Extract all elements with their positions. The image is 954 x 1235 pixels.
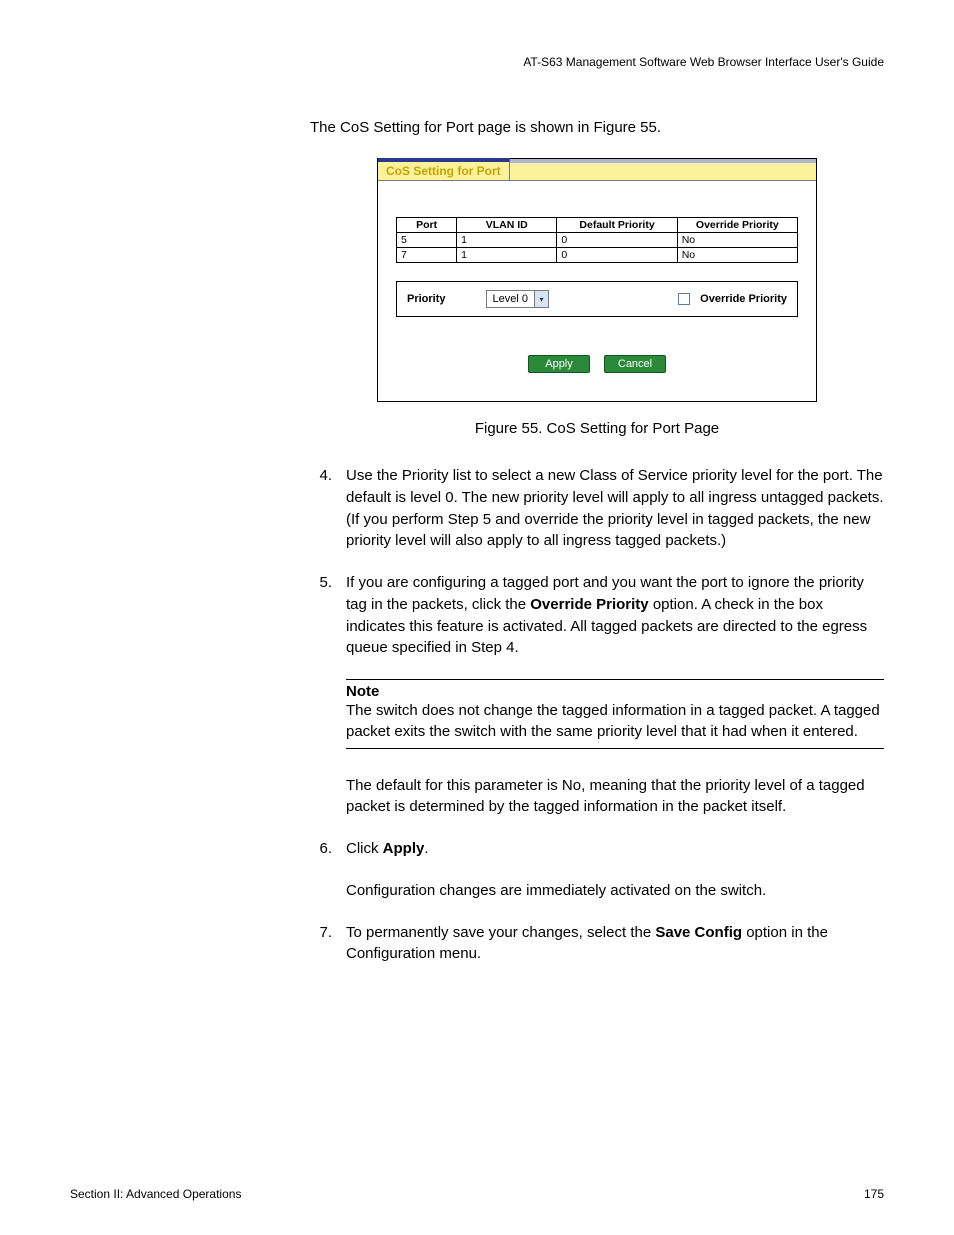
text: To permanently save your changes, select… [346,924,655,941]
figure-caption: Figure 55. CoS Setting for Port Page [310,420,884,437]
step-body: Click Apply. [346,838,884,860]
apply-button[interactable]: Apply [528,355,590,373]
override-label: Override Priority [700,293,787,305]
step-5: 5. If you are configuring a tagged port … [310,572,884,659]
cell: 5 [397,233,457,248]
chevron-down-icon[interactable]: ▾ [534,291,548,307]
cell: No [677,233,797,248]
table-row: 5 1 0 No [397,233,798,248]
note-title: Note [346,679,884,700]
after-note-text: The default for this parameter is No, me… [346,775,884,819]
footer-section: Section II: Advanced Operations [70,1187,241,1201]
step-body: If you are configuring a tagged port and… [346,572,884,659]
cell: 0 [557,233,677,248]
cell: 1 [457,233,557,248]
cell: 7 [397,248,457,263]
note-body: The switch does not change the tagged in… [346,700,884,749]
th-default-priority: Default Priority [557,218,677,233]
cos-table: Port VLAN ID Default Priority Override P… [396,217,798,263]
step-6-sub: Configuration changes are immediately ac… [346,880,884,902]
priority-select[interactable]: Level 0 ▾ [486,290,549,308]
figure-panel: CoS Setting for Port Port VLAN ID Defaul… [377,158,817,402]
page-header: AT-S63 Management Software Web Browser I… [70,55,884,69]
page-footer: Section II: Advanced Operations 175 [70,1187,884,1201]
cell: No [677,248,797,263]
bold-term: Apply [383,840,425,857]
cancel-button[interactable]: Cancel [604,355,666,373]
step-body: Use the Priority list to select a new Cl… [346,465,884,552]
panel-title-tab: CoS Setting for Port [378,158,510,181]
priority-select-value: Level 0 [487,293,534,305]
step-number: 4. [310,465,346,552]
th-port: Port [397,218,457,233]
text: . [424,840,428,857]
th-override-priority: Override Priority [677,218,797,233]
step-body: To permanently save your changes, select… [346,922,884,966]
th-vlan: VLAN ID [457,218,557,233]
intro-text: The CoS Setting for Port page is shown i… [310,119,884,136]
step-7: 7. To permanently save your changes, sel… [310,922,884,966]
cell: 1 [457,248,557,263]
bold-term: Override Priority [530,596,648,613]
priority-label: Priority [407,293,446,305]
cell: 0 [557,248,677,263]
panel-header-bg [510,159,816,181]
table-row: 7 1 0 No [397,248,798,263]
step-6: 6. Click Apply. [310,838,884,860]
text: Click [346,840,383,857]
footer-page-number: 175 [864,1187,884,1201]
step-number: 6. [310,838,346,860]
note-box: Note The switch does not change the tagg… [346,679,884,749]
override-checkbox[interactable] [678,293,690,305]
step-number: 7. [310,922,346,966]
step-number: 5. [310,572,346,659]
controls-row: Priority Level 0 ▾ Override Priority [396,281,798,317]
step-4: 4. Use the Priority list to select a new… [310,465,884,552]
bold-term: Save Config [655,924,742,941]
